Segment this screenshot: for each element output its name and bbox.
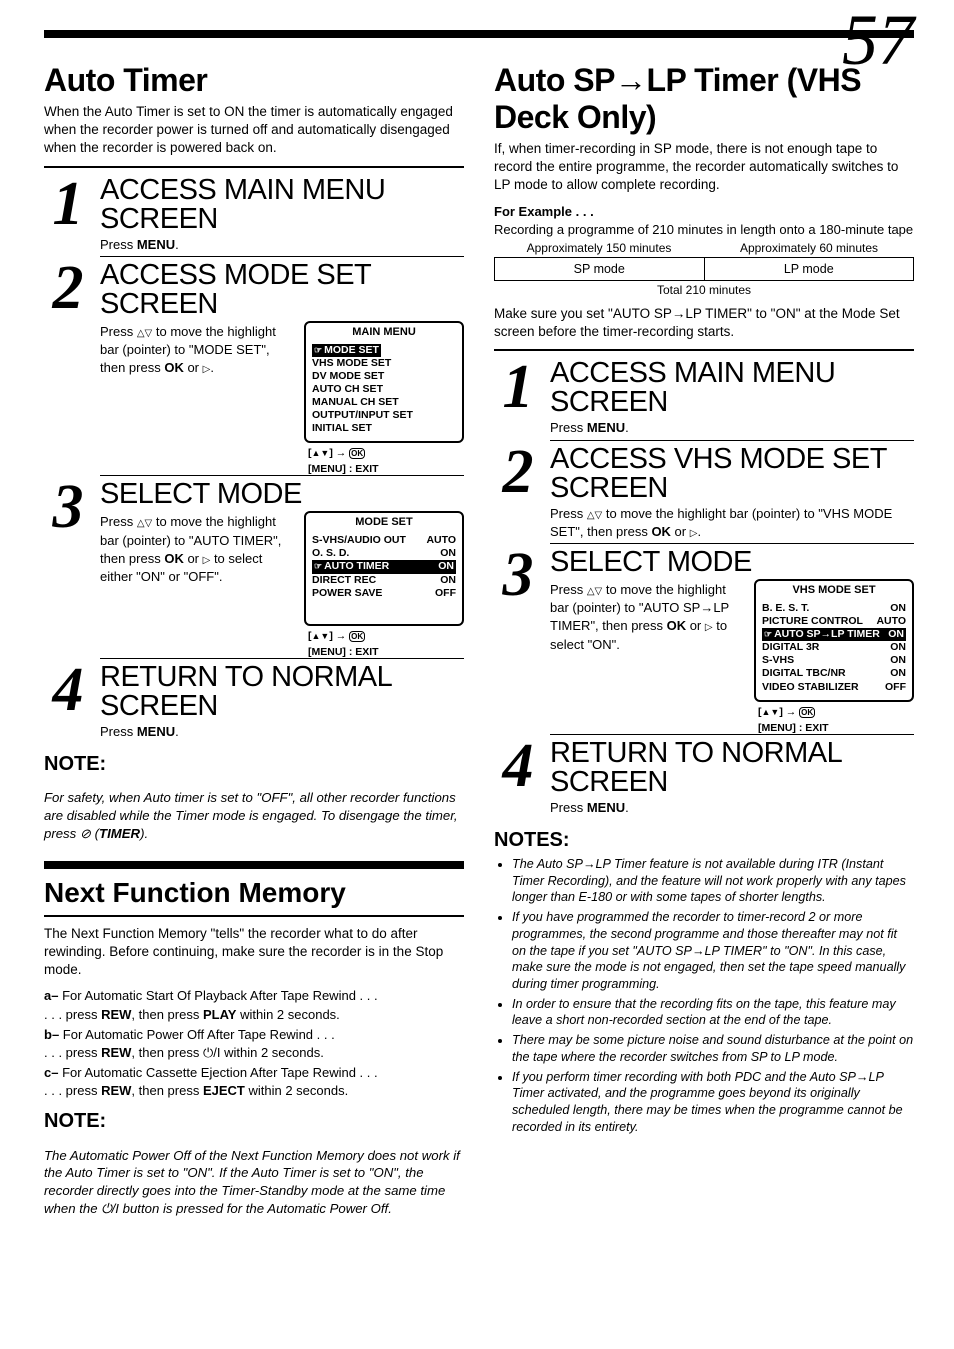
nfm-item-a: a– For Automatic Start Of Playback After…	[44, 987, 464, 1023]
step-title: ACCESS MAIN MENU SCREEN	[550, 359, 914, 417]
note-text: For safety, when Auto timer is set to "O…	[44, 789, 464, 842]
step-text: Press to move the highlight bar (pointer…	[550, 505, 914, 541]
r-step-1: 1 ACCESS MAIN MENU SCREEN Press MENU.	[494, 355, 914, 439]
r-step-4: 4 RETURN TO NORMAL SCREEN Press MENU.	[494, 734, 914, 819]
step-text: Press to move the highlight bar (pointer…	[550, 581, 744, 654]
page-number: 57	[842, 4, 914, 76]
step-text: Press MENU.	[550, 419, 914, 437]
note-item: If you have programmed the recorder to t…	[512, 909, 914, 993]
step-number: 2	[503, 448, 534, 498]
step-title: ACCESS VHS MODE SET SCREEN	[550, 445, 914, 503]
step-text: Press to move the highlight bar (pointer…	[100, 513, 294, 586]
step-title: SELECT MODE	[100, 480, 464, 509]
divider	[44, 166, 464, 168]
total-row: Total 210 minutes	[494, 283, 914, 297]
step-text: Press MENU.	[100, 236, 464, 254]
auto-timer-intro: When the Auto Timer is set to ON the tim…	[44, 103, 464, 158]
step-title: ACCESS MAIN MENU SCREEN	[100, 176, 464, 234]
step-number: 3	[53, 483, 84, 533]
step-1: 1 ACCESS MAIN MENU SCREEN Press MENU.	[44, 172, 464, 256]
step-number: 2	[53, 264, 84, 314]
divider	[494, 349, 914, 351]
approx-row: Approximately 150 minutes Approximately …	[494, 241, 914, 255]
step-title: SELECT MODE	[550, 548, 914, 577]
manual-page: 57 Auto Timer When the Auto Timer is set…	[0, 0, 954, 1271]
nfm-note-heading: NOTE:	[44, 1110, 464, 1133]
step-number: 4	[53, 666, 84, 716]
step-number: 1	[53, 180, 84, 230]
notes-heading: NOTES:	[494, 829, 914, 852]
nfm-item-b: b– For Automatic Power Off After Tape Re…	[44, 1026, 464, 1062]
step-3: 3 SELECT MODE Press to move the highligh…	[44, 475, 464, 657]
nfm-item-c: c– For Automatic Cassette Ejection After…	[44, 1064, 464, 1100]
step-number: 1	[503, 363, 534, 413]
notes-list: The Auto SP→LP Timer feature is not avai…	[494, 856, 914, 1136]
splp-after: Make sure you set "AUTO SP→LP TIMER" to …	[494, 305, 914, 341]
step-title: ACCESS MODE SET SCREEN	[100, 261, 464, 319]
step-text: Press to move the highlight bar (pointer…	[100, 323, 294, 378]
splp-intro: If, when timer-recording in SP mode, the…	[494, 140, 914, 195]
step-text: Press MENU.	[100, 723, 464, 741]
osd-vhs-mode-set: VHS MODE SET B. E. S. T.ON PICTURE CONTR…	[754, 579, 914, 734]
note-heading: NOTE:	[44, 753, 464, 776]
osd-mode-set: MODE SET S-VHS/AUDIO OUTAUTO O. S. D.ON …	[304, 511, 464, 657]
top-rule: 57	[44, 30, 914, 38]
step-number: 3	[503, 551, 534, 601]
r-step-3: 3 SELECT MODE Press to move the highligh…	[494, 543, 914, 734]
osd-main-menu: MAIN MENU MODE SET VHS MODE SET DV MODE …	[304, 321, 464, 476]
note-item: The Auto SP→LP Timer feature is not avai…	[512, 856, 914, 906]
note-item: In order to ensure that the recording fi…	[512, 996, 914, 1029]
two-columns: Auto Timer When the Auto Timer is set to…	[44, 62, 914, 1231]
note-item: If you perform timer recording with both…	[512, 1069, 914, 1136]
step-text: Press MENU.	[550, 799, 914, 817]
right-column: Auto SP→LP Timer (VHS Deck Only) If, whe…	[494, 62, 914, 1231]
note-item: There may be some picture noise and soun…	[512, 1032, 914, 1065]
auto-timer-heading: Auto Timer	[44, 62, 464, 99]
nfm-heading: Next Function Memory	[44, 861, 464, 917]
step-2: 2 ACCESS MODE SET SCREEN Press to move t…	[44, 256, 464, 476]
for-example: For Example . . .Recording a programme o…	[494, 203, 914, 239]
nfm-note-text: The Automatic Power Off of the Next Func…	[44, 1147, 464, 1218]
step-4: 4 RETURN TO NORMAL SCREEN Press MENU.	[44, 658, 464, 743]
left-column: Auto Timer When the Auto Timer is set to…	[44, 62, 464, 1231]
r-step-2: 2 ACCESS VHS MODE SET SCREEN Press to mo…	[494, 440, 914, 543]
step-title: RETURN TO NORMAL SCREEN	[550, 739, 914, 797]
step-title: RETURN TO NORMAL SCREEN	[100, 663, 464, 721]
nfm-intro: The Next Function Memory "tells" the rec…	[44, 925, 464, 980]
step-number: 4	[503, 742, 534, 792]
mode-row: SP mode LP mode	[494, 257, 914, 281]
